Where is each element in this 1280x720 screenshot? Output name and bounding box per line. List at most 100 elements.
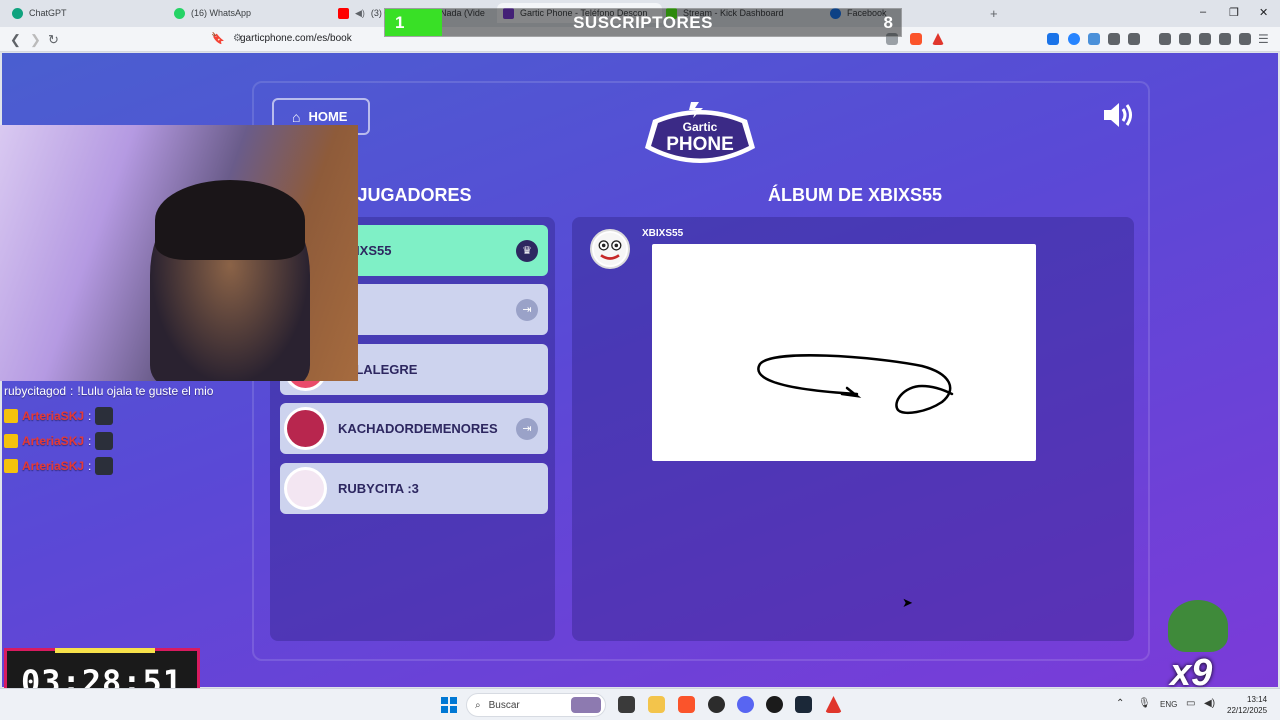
windows-taskbar: ⌕ Buscar ⌃ 🎙 ENG ▭ ◀) 13:14 22/12/2025 bbox=[0, 688, 1280, 720]
bookmark-icon[interactable]: 🔖 bbox=[211, 32, 225, 45]
menu-icon[interactable]: ☰ bbox=[1258, 32, 1269, 46]
file-explorer-icon[interactable] bbox=[648, 696, 665, 713]
whatsapp-icon bbox=[174, 7, 185, 19]
network-icon[interactable]: ▭ bbox=[1186, 698, 1195, 709]
translate-icon[interactable] bbox=[1088, 33, 1100, 45]
gartic-phone-logo: Gartic PHONE bbox=[645, 102, 755, 163]
chat-separator: : bbox=[88, 458, 92, 473]
tab-label: (16) WhatsApp bbox=[191, 8, 252, 18]
forward-icon[interactable]: ❯ bbox=[30, 32, 41, 48]
timer-accent bbox=[55, 648, 155, 653]
maximize-button[interactable]: ❐ bbox=[1229, 6, 1239, 19]
system-clock[interactable]: 13:14 22/12/2025 bbox=[1227, 694, 1267, 716]
brave-icon[interactable] bbox=[678, 696, 695, 713]
webcam-feed bbox=[0, 125, 358, 381]
tab-label: ChatGPT bbox=[29, 8, 67, 18]
search-highlight-icon bbox=[571, 697, 601, 713]
logo-top-text: Gartic bbox=[683, 120, 718, 134]
search-icon: ⌕ bbox=[475, 699, 481, 711]
subscriber-badge-icon bbox=[4, 408, 18, 423]
crown-icon: ♛ bbox=[516, 239, 538, 262]
chat-user: ArteriaSKJ bbox=[22, 458, 85, 473]
wallet-icon[interactable] bbox=[1199, 33, 1211, 45]
chat-user: ArteriaSKJ bbox=[22, 408, 85, 423]
streamer-hair bbox=[155, 180, 305, 260]
chatgpt-icon bbox=[12, 7, 23, 19]
app-icon[interactable] bbox=[766, 696, 783, 713]
exit-icon: ⇥ bbox=[516, 417, 538, 440]
leo-icon[interactable] bbox=[1219, 33, 1231, 45]
media-icon[interactable] bbox=[1159, 33, 1171, 45]
chat-message: ArteriaSKJ : bbox=[4, 428, 264, 453]
album-author: XBIXS55 bbox=[642, 228, 684, 239]
extension-icon[interactable] bbox=[1068, 33, 1080, 45]
obs-icon[interactable] bbox=[708, 696, 725, 713]
chat-user: ArteriaSKJ bbox=[22, 433, 85, 448]
back-icon[interactable]: ❮ bbox=[10, 32, 21, 48]
reload-icon[interactable]: ↻ bbox=[48, 32, 59, 48]
minimize-button[interactable]: – bbox=[1200, 6, 1206, 18]
chevron-up-icon[interactable]: ⌃ bbox=[1116, 698, 1124, 709]
new-tab-button[interactable]: + bbox=[990, 6, 998, 21]
chat-separator: : bbox=[88, 433, 92, 448]
player-row[interactable]: KACHADORDEMENORES ⇥ bbox=[280, 403, 548, 454]
chat-user: rubycitagod bbox=[4, 383, 67, 398]
microphone-icon[interactable]: 🎙 bbox=[1138, 698, 1151, 709]
tab-whatsapp[interactable]: (16) WhatsApp bbox=[174, 3, 251, 23]
brave-rewards-icon[interactable] bbox=[932, 33, 944, 45]
mouse-cursor-icon: ➤ bbox=[902, 595, 913, 610]
subscriber-badge-icon bbox=[4, 433, 18, 448]
subscriber-label: SUSCRIPTORES bbox=[573, 13, 713, 32]
search-placeholder: Buscar bbox=[488, 699, 520, 711]
volume-icon[interactable]: ◀) bbox=[1204, 698, 1215, 709]
tab-chatgpt[interactable]: ChatGPT bbox=[12, 3, 67, 23]
album-panel: XBIXS55 bbox=[572, 217, 1134, 641]
chat-separator: : bbox=[88, 408, 92, 423]
vpn-icon[interactable] bbox=[1239, 33, 1251, 45]
clock-time: 13:14 bbox=[1247, 695, 1268, 704]
brave-shield-icon[interactable] bbox=[910, 33, 922, 45]
home-label: HOME bbox=[308, 109, 348, 124]
emote-icon bbox=[95, 406, 114, 425]
stream-chat: rubycitagod : !Lulu ojala te guste el mi… bbox=[4, 378, 264, 478]
language-indicator[interactable]: ENG bbox=[1160, 700, 1177, 709]
clown-avatar bbox=[590, 229, 630, 269]
player-row[interactable]: RUBYCITA :3 bbox=[280, 463, 548, 514]
chat-message: ArteriaSKJ : bbox=[4, 453, 264, 478]
avatar bbox=[284, 407, 327, 450]
emote-icon bbox=[95, 456, 114, 475]
task-view-icon[interactable] bbox=[618, 696, 635, 713]
url-field[interactable]: garticphone.com/es/book bbox=[240, 33, 352, 44]
album-title: ÁLBUM DE XBIXS55 bbox=[767, 185, 943, 205]
close-button[interactable]: ✕ bbox=[1259, 6, 1268, 19]
subscriber-goal: 8 bbox=[883, 13, 893, 32]
exit-icon: ⇥ bbox=[516, 298, 538, 321]
pepe-emote-icon bbox=[1168, 600, 1228, 652]
clock-date: 22/12/2025 bbox=[1227, 706, 1268, 715]
sidebar-icon[interactable] bbox=[1179, 33, 1191, 45]
drawing-canvas bbox=[652, 244, 1036, 461]
chat-text: !Lulu ojala te guste el mio bbox=[77, 383, 214, 398]
speaker-icon: ◀) bbox=[355, 7, 365, 18]
chat-separator: : bbox=[70, 383, 74, 398]
extensions-icon[interactable] bbox=[1108, 33, 1120, 45]
player-name: KACHADORDEMENORES bbox=[338, 421, 498, 436]
taskbar-search[interactable]: ⌕ Buscar bbox=[466, 693, 606, 717]
brave-rewards-icon[interactable] bbox=[825, 696, 842, 713]
home-icon: ⌂ bbox=[292, 108, 301, 125]
extension-icon[interactable] bbox=[1128, 33, 1140, 45]
discord-icon[interactable] bbox=[737, 696, 754, 713]
windows-start-icon[interactable] bbox=[441, 697, 457, 713]
avatar bbox=[284, 467, 327, 510]
logo-bottom-text: PHONE bbox=[666, 134, 734, 155]
subscriber-badge-icon bbox=[4, 458, 18, 473]
speaker-icon[interactable] bbox=[1102, 101, 1136, 129]
player-name: RUBYCITA :3 bbox=[338, 481, 419, 496]
chat-message: ArteriaSKJ : bbox=[4, 403, 264, 428]
extension-icon[interactable] bbox=[1047, 33, 1059, 45]
steam-icon[interactable] bbox=[795, 696, 812, 713]
subscriber-goal-bar: 1 SUSCRIPTORES 8 bbox=[384, 8, 902, 37]
youtube-icon bbox=[338, 7, 349, 19]
chat-message: rubycitagod : !Lulu ojala te guste el mi… bbox=[4, 378, 264, 403]
emote-icon bbox=[95, 431, 114, 450]
